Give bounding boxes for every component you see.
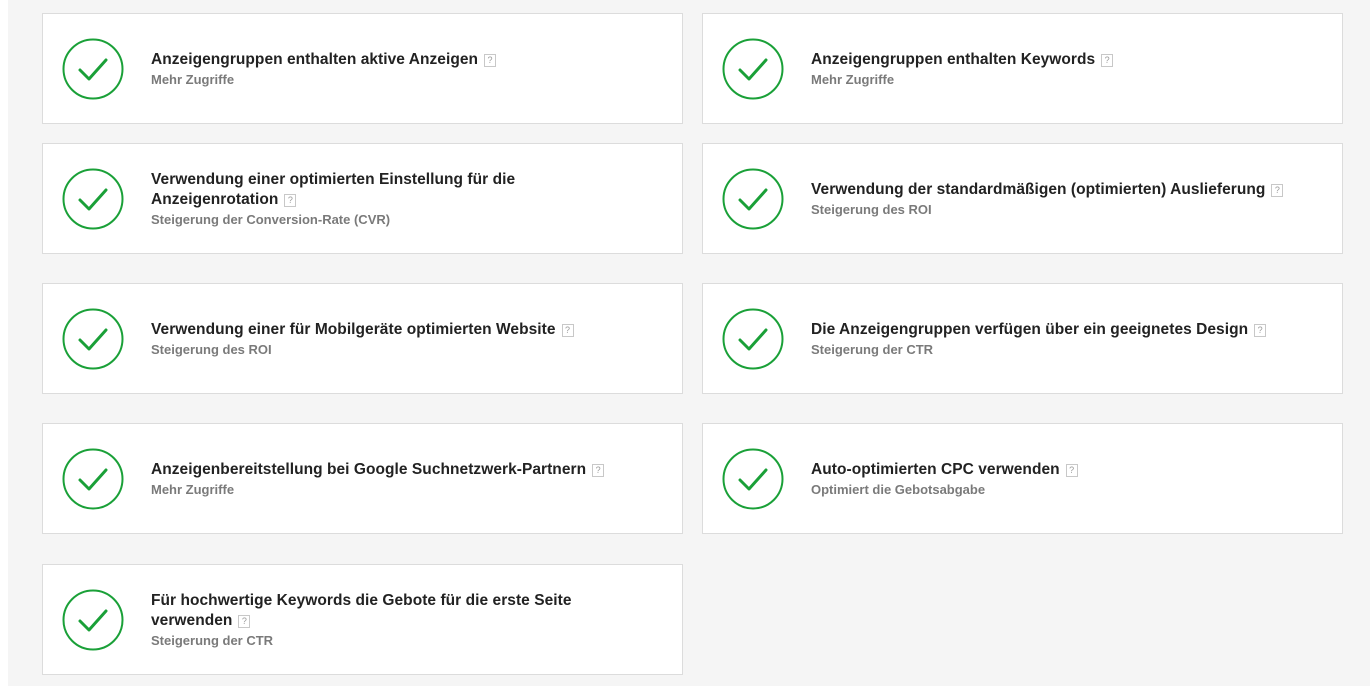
card-text: Für hochwertige Keywords die Gebote für … (151, 591, 642, 649)
help-icon[interactable]: ? (1254, 323, 1267, 337)
card-title-text: Verwendung einer optimierten Einstellung… (151, 170, 516, 208)
card-title: Anzeigenbereitstellung bei Google Suchne… (151, 460, 642, 480)
help-icon[interactable]: ? (1101, 53, 1114, 67)
card-title-text: Verwendung einer für Mobilgeräte optimie… (151, 320, 556, 338)
card-title-text: Verwendung der standardmäßigen (optimier… (811, 180, 1266, 198)
card-title: Die Anzeigengruppen verfügen über ein ge… (811, 320, 1302, 340)
card-title: Für hochwertige Keywords die Gebote für … (151, 591, 642, 631)
card-title-text: Anzeigengruppen enthalten Keywords (811, 50, 1096, 68)
help-icon[interactable]: ? (484, 53, 497, 67)
checklist-panel: Anzeigengruppen enthalten aktive Anzeige… (8, 0, 1370, 686)
check-card: Verwendung einer für Mobilgeräte optimie… (42, 283, 683, 394)
check-card: Die Anzeigengruppen verfügen über ein ge… (702, 283, 1343, 394)
check-card: Auto-optimierten CPC verwenden? Optimier… (702, 423, 1343, 534)
card-text: Auto-optimierten CPC verwenden? Optimier… (811, 460, 1302, 498)
help-icon[interactable]: ? (592, 463, 605, 477)
help-icon[interactable]: ? (284, 193, 297, 207)
card-title: Anzeigengruppen enthalten aktive Anzeige… (151, 50, 642, 70)
check-circle-icon (62, 448, 124, 510)
card-subtitle: Optimiert die Gebotsabgabe (811, 481, 986, 497)
card-subtitle: Steigerung der CTR (151, 632, 274, 648)
card-text: Verwendung der standardmäßigen (optimier… (811, 180, 1302, 218)
check-card: Anzeigengruppen enthalten Keywords? Mehr… (702, 13, 1343, 124)
check-circle-icon (62, 168, 124, 230)
check-circle-icon (62, 308, 124, 370)
card-title-text: Die Anzeigengruppen verfügen über ein ge… (811, 320, 1249, 338)
card-title: Verwendung der standardmäßigen (optimier… (811, 180, 1302, 200)
check-card: Anzeigenbereitstellung bei Google Suchne… (42, 423, 683, 534)
card-title: Verwendung einer für Mobilgeräte optimie… (151, 320, 642, 340)
card-subtitle: Mehr Zugriffe (151, 481, 235, 497)
check-card: Verwendung einer optimierten Einstellung… (42, 143, 683, 254)
card-title-text: Für hochwertige Keywords die Gebote für … (151, 591, 572, 629)
check-circle-icon (722, 308, 784, 370)
card-subtitle: Mehr Zugriffe (151, 71, 235, 87)
card-text: Anzeigenbereitstellung bei Google Suchne… (151, 460, 642, 498)
check-card: Verwendung der standardmäßigen (optimier… (702, 143, 1343, 254)
check-circle-icon (722, 38, 784, 100)
card-subtitle: Mehr Zugriffe (811, 71, 895, 87)
card-subtitle: Steigerung der Conversion-Rate (CVR) (151, 211, 391, 227)
card-title-text: Auto-optimierten CPC verwenden (811, 460, 1060, 478)
card-subtitle: Steigerung der CTR (811, 341, 934, 357)
help-icon[interactable]: ? (238, 614, 251, 628)
card-text: Verwendung einer für Mobilgeräte optimie… (151, 320, 642, 358)
card-text: Anzeigengruppen enthalten aktive Anzeige… (151, 50, 642, 88)
check-circle-icon (722, 168, 784, 230)
check-circle-icon (62, 589, 124, 651)
check-card: Für hochwertige Keywords die Gebote für … (42, 564, 683, 675)
help-icon[interactable]: ? (561, 323, 574, 337)
card-text: Verwendung einer optimierten Einstellung… (151, 170, 642, 228)
help-icon[interactable]: ? (1065, 463, 1078, 477)
card-title-text: Anzeigengruppen enthalten aktive Anzeige… (151, 50, 479, 68)
check-card: Anzeigengruppen enthalten aktive Anzeige… (42, 13, 683, 124)
card-subtitle: Steigerung des ROI (151, 341, 272, 357)
check-circle-icon (722, 448, 784, 510)
card-text: Anzeigengruppen enthalten Keywords? Mehr… (811, 50, 1302, 88)
card-title: Anzeigengruppen enthalten Keywords? (811, 50, 1302, 70)
card-title: Auto-optimierten CPC verwenden? (811, 460, 1302, 480)
card-title: Verwendung einer optimierten Einstellung… (151, 170, 642, 210)
card-text: Die Anzeigengruppen verfügen über ein ge… (811, 320, 1302, 358)
card-title-text: Anzeigenbereitstellung bei Google Suchne… (151, 460, 587, 478)
card-subtitle: Steigerung des ROI (811, 201, 932, 217)
help-icon[interactable]: ? (1271, 183, 1284, 197)
check-circle-icon (62, 38, 124, 100)
